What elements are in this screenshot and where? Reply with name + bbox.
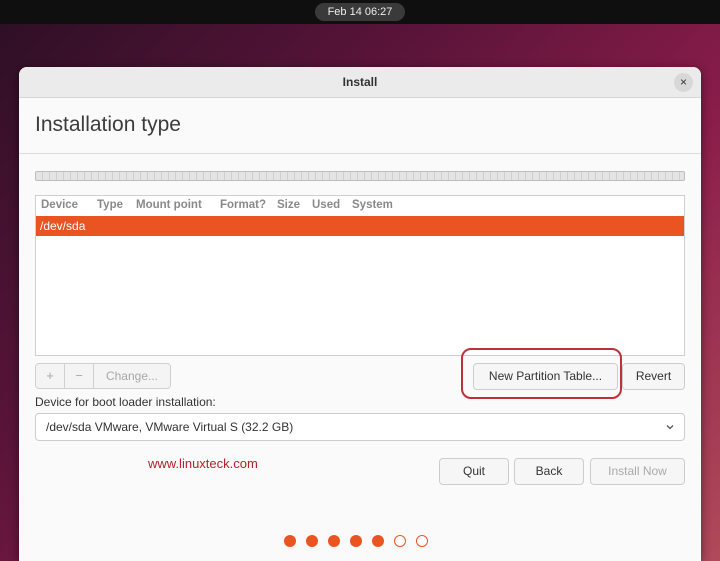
chevron-down-icon [666, 425, 674, 430]
progress-dot-empty [394, 535, 406, 547]
change-partition-button[interactable]: Change... [94, 364, 170, 388]
title-bar: Install × [19, 67, 701, 98]
progress-dot-filled [328, 535, 340, 547]
column-header-format[interactable]: Format? [220, 199, 266, 211]
progress-dot-filled [350, 535, 362, 547]
progress-dots [284, 535, 434, 549]
close-icon[interactable]: × [674, 73, 693, 92]
bootloader-label: Device for boot loader installation: [35, 395, 216, 409]
progress-dot-filled [306, 535, 318, 547]
disk-usage-bar [35, 171, 685, 181]
install-now-button[interactable]: Install Now [590, 458, 685, 485]
quit-button[interactable]: Quit [439, 458, 509, 485]
page-title: Installation type [35, 113, 181, 136]
installer-window: Install × Installation type Device Type … [19, 67, 701, 561]
revert-button[interactable]: Revert [622, 363, 685, 390]
add-partition-button[interactable]: + [36, 364, 64, 388]
remove-partition-button[interactable]: − [65, 364, 93, 388]
watermark: www.linuxteck.com [148, 456, 258, 471]
column-header-used[interactable]: Used [312, 199, 340, 211]
window-title: Install [342, 75, 378, 89]
partition-toolbar: + − Change... [35, 363, 171, 389]
column-header-mount-point[interactable]: Mount point [136, 199, 202, 211]
partition-table-header: Device Type Mount point Format? Size Use… [36, 196, 684, 216]
top-bar: Feb 14 06:27 [0, 0, 720, 24]
bootloader-selected-value: /dev/sda VMware, VMware Virtual S (32.2 … [46, 420, 294, 434]
divider [19, 153, 701, 154]
device-name: /dev/sda [40, 219, 86, 233]
progress-dot-empty [416, 535, 428, 547]
column-header-system[interactable]: System [352, 199, 393, 211]
partition-table[interactable]: Device Type Mount point Format? Size Use… [35, 195, 685, 356]
column-header-device[interactable]: Device [41, 199, 78, 211]
back-button[interactable]: Back [514, 458, 584, 485]
clock[interactable]: Feb 14 06:27 [315, 3, 405, 21]
progress-dot-filled [284, 535, 296, 547]
highlight-annotation [461, 348, 622, 399]
column-header-type[interactable]: Type [97, 199, 123, 211]
progress-dot-filled [372, 535, 384, 547]
table-row[interactable]: /dev/sda [36, 216, 684, 236]
bootloader-device-select[interactable]: /dev/sda VMware, VMware Virtual S (32.2 … [35, 413, 685, 441]
column-header-size[interactable]: Size [277, 199, 300, 211]
